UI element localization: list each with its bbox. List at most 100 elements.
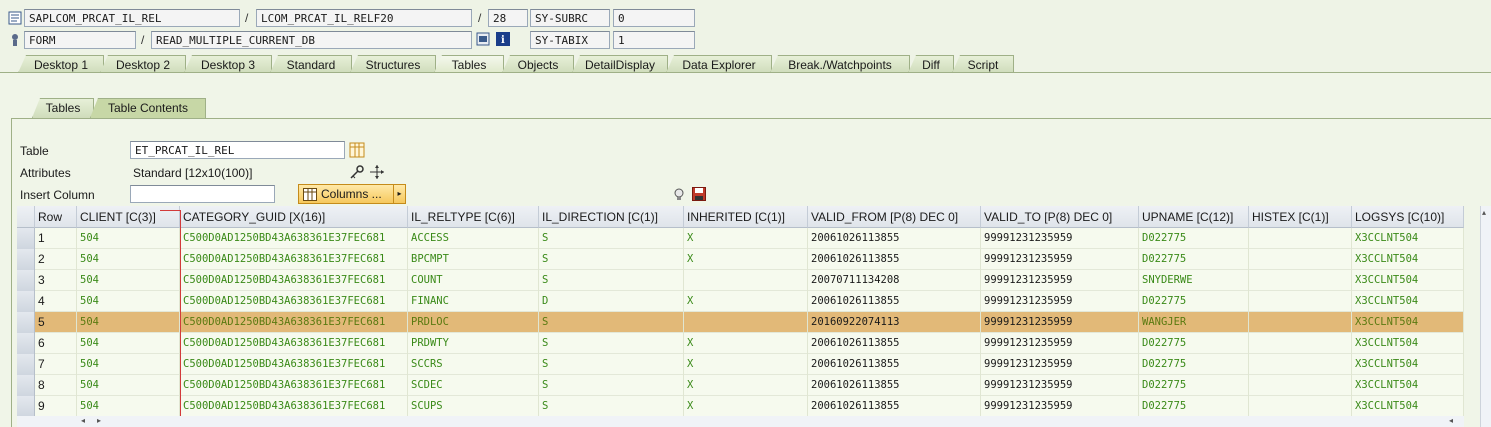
cell-il-reltype[interactable]: SCDEC xyxy=(408,375,539,396)
cell-logsys[interactable]: X3CCLNT504 xyxy=(1352,249,1464,270)
program-field[interactable]: SAPLCOM_PRCAT_IL_REL xyxy=(24,9,240,27)
scroll-right-icon[interactable]: ▸ xyxy=(97,416,101,425)
column-header-valid-from[interactable]: VALID_FROM [P(8) DEC 0] xyxy=(808,206,981,228)
cell-il-direction[interactable]: S xyxy=(539,249,684,270)
dropdown-arrow-icon[interactable]: ▸ xyxy=(393,185,405,203)
column-header-histex[interactable]: HISTEX [C(1)] xyxy=(1249,206,1352,228)
row-selector[interactable] xyxy=(17,354,35,375)
table-row[interactable]: 9 504 C500D0AD1250BD43A638361E37FEC681 SCUP… xyxy=(17,396,1464,416)
cell-il-direction[interactable]: S xyxy=(539,333,684,354)
row-selector[interactable] xyxy=(17,312,35,333)
cell-valid-from[interactable]: 20061026113855 xyxy=(808,291,981,312)
cell-category-guid[interactable]: C500D0AD1250BD43A638361E37FEC681 xyxy=(180,333,408,354)
cell-logsys[interactable]: X3CCLNT504 xyxy=(1352,270,1464,291)
cell-histex[interactable] xyxy=(1249,312,1352,333)
cell-valid-to[interactable]: 99991231235959 xyxy=(981,333,1139,354)
cell-valid-to[interactable]: 99991231235959 xyxy=(981,291,1139,312)
cell-valid-from[interactable]: 20061026113855 xyxy=(808,228,981,249)
table-row[interactable]: 6 504 C500D0AD1250BD43A638361E37FEC681 PRDW… xyxy=(17,333,1464,354)
column-header-il-reltype[interactable]: IL_RELTYPE [C(6)] xyxy=(408,206,539,228)
cell-upname[interactable]: D022775 xyxy=(1139,333,1249,354)
event-type-field[interactable]: FORM xyxy=(24,31,136,49)
key-icon[interactable] xyxy=(349,164,365,180)
cell-inherited[interactable]: X xyxy=(684,354,808,375)
column-header-logsys[interactable]: LOGSYS [C(10)] xyxy=(1352,206,1464,228)
cell-histex[interactable] xyxy=(1249,375,1352,396)
cell-inherited[interactable]: X xyxy=(684,228,808,249)
table-row[interactable]: 7 504 C500D0AD1250BD43A638361E37FEC681 SCCR… xyxy=(17,354,1464,375)
tab-data-explorer[interactable]: Data Explorer xyxy=(666,55,772,73)
cell-upname[interactable]: D022775 xyxy=(1139,396,1249,416)
columns-button[interactable]: Columns ... ▸ xyxy=(298,184,406,204)
info-icon[interactable]: i xyxy=(496,32,510,46)
table-row[interactable]: 5 504 C500D0AD1250BD43A638361E37FEC681 PRDL… xyxy=(17,312,1464,333)
cell-il-direction[interactable]: S xyxy=(539,396,684,416)
sysvar1-value-field[interactable]: 0 xyxy=(613,9,695,27)
cell-il-direction[interactable]: S xyxy=(539,312,684,333)
cell-category-guid[interactable]: C500D0AD1250BD43A638361E37FEC681 xyxy=(180,249,408,270)
cell-histex[interactable] xyxy=(1249,291,1352,312)
cell-client[interactable]: 504 xyxy=(77,228,180,249)
cell-valid-from[interactable]: 20061026113855 xyxy=(808,375,981,396)
cell-client[interactable]: 504 xyxy=(77,249,180,270)
scroll-left-icon[interactable]: ◂ xyxy=(81,416,85,425)
horizontal-scrollbar[interactable]: ◂ ▸ ◂ xyxy=(17,416,1464,427)
cell-upname[interactable]: WANGJER xyxy=(1139,312,1249,333)
tab-detail-display[interactable]: DetailDisplay xyxy=(572,55,668,73)
cell-logsys[interactable]: X3CCLNT504 xyxy=(1352,291,1464,312)
vertical-scrollbar[interactable]: ▴ xyxy=(1480,206,1491,427)
lightbulb-icon[interactable] xyxy=(672,187,686,201)
table-view-icon[interactable] xyxy=(349,142,365,158)
cell-category-guid[interactable]: C500D0AD1250BD43A638361E37FEC681 xyxy=(180,291,408,312)
cell-il-direction[interactable]: S xyxy=(539,270,684,291)
column-header-category-guid[interactable]: CATEGORY_GUID [X(16)] xyxy=(180,206,408,228)
scroll-left-icon[interactable]: ◂ xyxy=(1449,416,1453,425)
tab-structures[interactable]: Structures xyxy=(350,55,436,73)
cell-histex[interactable] xyxy=(1249,396,1352,416)
cell-upname[interactable]: D022775 xyxy=(1139,228,1249,249)
cell-valid-to[interactable]: 99991231235959 xyxy=(981,312,1139,333)
cell-il-reltype[interactable]: FINANC xyxy=(408,291,539,312)
tab-standard[interactable]: Standard xyxy=(270,55,352,73)
cell-inherited[interactable]: X xyxy=(684,333,808,354)
table-row[interactable]: 8 504 C500D0AD1250BD43A638361E37FEC681 SCDE… xyxy=(17,375,1464,396)
row-selector-header[interactable] xyxy=(17,206,35,228)
row-selector[interactable] xyxy=(17,375,35,396)
navigate-icon[interactable] xyxy=(476,32,490,46)
cell-il-reltype[interactable]: PRDWTY xyxy=(408,333,539,354)
subtab-table-contents[interactable]: Table Contents xyxy=(90,98,206,118)
cell-valid-to[interactable]: 99991231235959 xyxy=(981,249,1139,270)
cell-valid-from[interactable]: 20061026113855 xyxy=(808,333,981,354)
cell-inherited[interactable]: X xyxy=(684,375,808,396)
cell-histex[interactable] xyxy=(1249,333,1352,354)
cell-logsys[interactable]: X3CCLNT504 xyxy=(1352,375,1464,396)
cell-category-guid[interactable]: C500D0AD1250BD43A638361E37FEC681 xyxy=(180,270,408,291)
cell-client[interactable]: 504 xyxy=(77,291,180,312)
cell-upname[interactable]: SNYDERWE xyxy=(1139,270,1249,291)
row-selector[interactable] xyxy=(17,249,35,270)
cell-category-guid[interactable]: C500D0AD1250BD43A638361E37FEC681 xyxy=(180,375,408,396)
cell-il-direction[interactable]: S xyxy=(539,375,684,396)
cell-logsys[interactable]: X3CCLNT504 xyxy=(1352,312,1464,333)
tab-objects[interactable]: Objects xyxy=(502,55,574,73)
move-icon[interactable] xyxy=(369,164,385,180)
cell-inherited[interactable] xyxy=(684,270,808,291)
table-row[interactable]: 1 504 C500D0AD1250BD43A638361E37FEC681 ACCE… xyxy=(17,228,1464,249)
cell-il-direction[interactable]: S xyxy=(539,354,684,375)
cell-logsys[interactable]: X3CCLNT504 xyxy=(1352,228,1464,249)
event-name-field[interactable]: READ_MULTIPLE_CURRENT_DB xyxy=(151,31,472,49)
cell-il-direction[interactable]: S xyxy=(539,228,684,249)
cell-valid-to[interactable]: 99991231235959 xyxy=(981,354,1139,375)
cell-client[interactable]: 504 xyxy=(77,396,180,416)
tab-desktop-1[interactable]: Desktop 1 xyxy=(18,55,104,73)
cell-category-guid[interactable]: C500D0AD1250BD43A638361E37FEC681 xyxy=(180,354,408,375)
column-header-inherited[interactable]: INHERITED [C(1)] xyxy=(684,206,808,228)
row-selector[interactable] xyxy=(17,333,35,354)
cell-il-direction[interactable]: D xyxy=(539,291,684,312)
cell-il-reltype[interactable]: ACCESS xyxy=(408,228,539,249)
cell-inherited[interactable]: X xyxy=(684,291,808,312)
insert-column-input[interactable] xyxy=(130,185,275,203)
cell-valid-from[interactable]: 20160922074113 xyxy=(808,312,981,333)
table-row[interactable]: 3 504 C500D0AD1250BD43A638361E37FEC681 COUN… xyxy=(17,270,1464,291)
cell-inherited[interactable] xyxy=(684,312,808,333)
